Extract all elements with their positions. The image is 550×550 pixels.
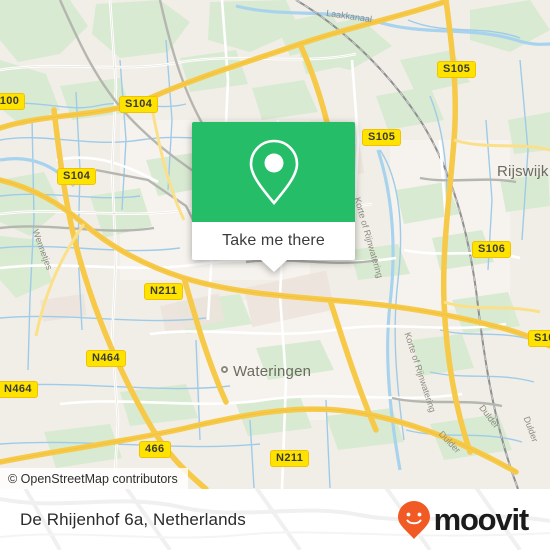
moovit-map-screenshot: S100 S104 S104 S105 S105 S106 S10 N211 N… bbox=[0, 0, 550, 550]
address-label: De Rhijenhof 6a, Netherlands bbox=[20, 509, 246, 529]
road-shield[interactable]: N464 bbox=[86, 350, 126, 367]
road-shield[interactable]: N211 bbox=[144, 283, 184, 300]
place-label-wateringen: Wateringen bbox=[233, 363, 312, 380]
location-pin-icon bbox=[249, 139, 298, 206]
road-shield[interactable]: S105 bbox=[437, 61, 477, 78]
road-shield[interactable]: N464 bbox=[0, 381, 38, 398]
footer-bar: De Rhijenhof 6a, Netherlands moovit bbox=[0, 489, 550, 550]
road-shield[interactable]: S105 bbox=[362, 129, 402, 146]
road-shield[interactable]: 466 bbox=[139, 441, 171, 458]
take-me-there-label: Take me there bbox=[222, 232, 325, 249]
moovit-smiley-pin-icon bbox=[397, 500, 430, 539]
location-popup-card[interactable]: Take me there bbox=[192, 122, 355, 272]
road-shield[interactable]: S106 bbox=[472, 241, 512, 258]
road-shield[interactable]: S104 bbox=[57, 168, 97, 185]
moovit-wordmark: moovit bbox=[433, 502, 530, 537]
road-shield[interactable]: S100 bbox=[0, 93, 26, 110]
popup-tail bbox=[260, 260, 287, 272]
take-me-there-button[interactable]: Take me there bbox=[192, 222, 355, 260]
road-shield[interactable]: S10 bbox=[528, 330, 550, 347]
road-shield[interactable]: N211 bbox=[270, 450, 310, 467]
place-marker-dot bbox=[221, 366, 228, 373]
osm-attribution-text: © OpenStreetMap contributors bbox=[8, 471, 178, 486]
popup-pin-area bbox=[192, 122, 355, 222]
road-shield[interactable]: S104 bbox=[119, 96, 159, 113]
osm-attribution[interactable]: © OpenStreetMap contributors bbox=[0, 468, 188, 489]
place-label-rijswijk: Rijswijk bbox=[497, 163, 549, 180]
map-container[interactable]: S100 S104 S104 S105 S105 S106 S10 N211 N… bbox=[0, 0, 550, 489]
moovit-logo[interactable]: moovit bbox=[397, 500, 530, 540]
